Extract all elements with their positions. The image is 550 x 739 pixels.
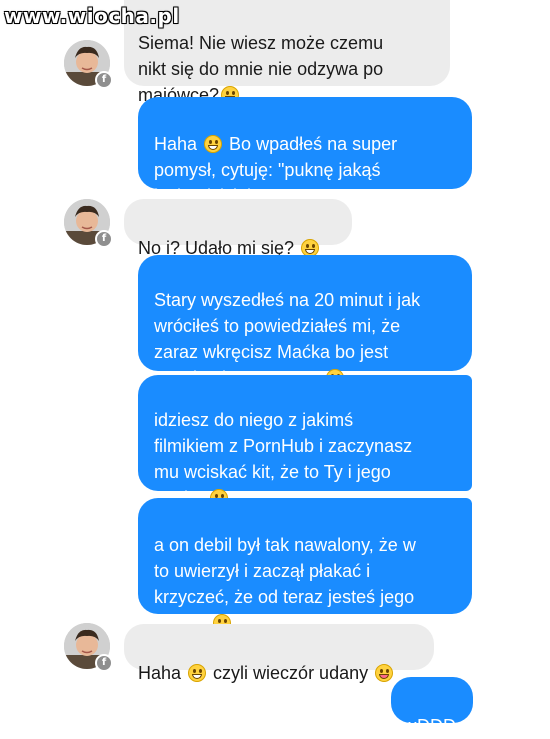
message-bubble-received[interactable]: Haha czyli wieczór udany [124, 624, 434, 683]
contact-avatar[interactable]: f [64, 199, 113, 248]
message-text: idziesz do niego z jakimś filmikiem z Po… [154, 410, 413, 508]
message-bubble-sent[interactable]: Haha Bo wpadłeś na super pomysł, cytuję:… [138, 97, 472, 206]
message-bubble-sent[interactable]: xDDD [391, 677, 473, 736]
message-bubble-received[interactable]: No i? Udało mi się? [124, 199, 352, 258]
message-text: xDDD [408, 716, 456, 736]
facebook-badge-icon: f [95, 230, 113, 248]
watermark: www.wiocha.pl [4, 4, 180, 28]
contact-avatar[interactable]: f [64, 40, 113, 89]
grin-icon [204, 135, 223, 153]
message-bubble-sent[interactable]: Stary wyszedłeś na 20 minut i jak wrócił… [138, 255, 472, 388]
contact-avatar[interactable]: f [64, 623, 113, 672]
facebook-badge-icon: f [95, 654, 113, 672]
message-text: a on debil był tak nawalony, że w to uwi… [154, 535, 416, 633]
message-text: Stary wyszedłeś na 20 minut i jak wrócił… [154, 290, 421, 388]
grin-icon [188, 664, 207, 682]
message-bubble-sent[interactable]: a on debil był tak nawalony, że w to uwi… [138, 498, 472, 633]
message-bubble-sent[interactable]: idziesz do niego z jakimś filmikiem z Po… [138, 375, 472, 508]
message-text: Haha czyli wieczór udany [138, 663, 369, 683]
message-text: Siema! Nie wiesz może czemu nikt się do … [138, 33, 384, 105]
facebook-badge-icon: f [95, 71, 113, 89]
tongue-out-emoji-icon [375, 664, 394, 682]
message-text: Haha Bo wpadłeś na super pomysł, cytuję:… [154, 134, 398, 206]
